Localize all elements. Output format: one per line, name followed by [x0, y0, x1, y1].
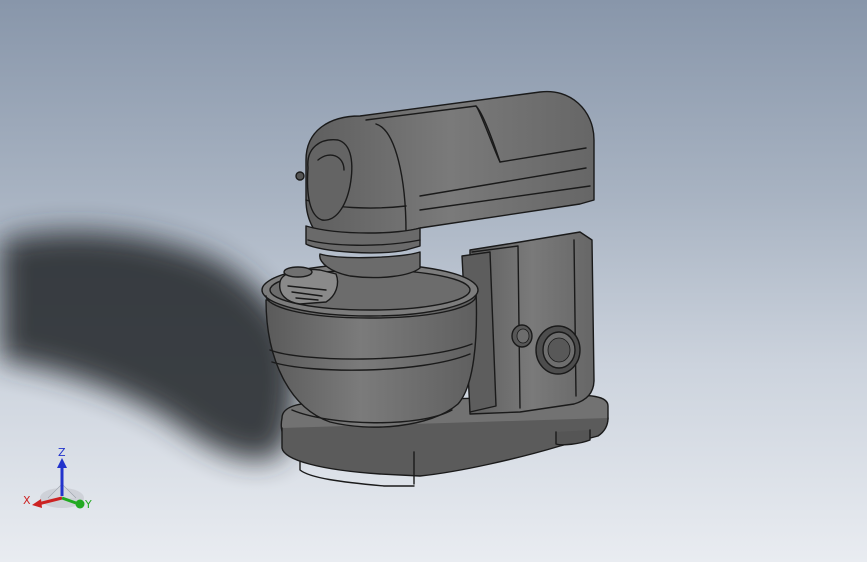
- model-shadow: [0, 231, 297, 461]
- model-scene[interactable]: [0, 0, 867, 562]
- x-axis-label: X: [23, 494, 31, 507]
- stand-mixer-model[interactable]: [261, 90, 609, 487]
- speed-knob[interactable]: [535, 325, 581, 375]
- graphics-viewport[interactable]: Z X Y: [0, 0, 867, 562]
- z-axis-label: Z: [58, 446, 66, 459]
- orientation-triad[interactable]: Z X Y: [18, 440, 98, 520]
- bowl-lid[interactable]: [279, 266, 339, 305]
- tilt-button[interactable]: [511, 324, 533, 348]
- y-axis-label: Y: [84, 498, 92, 511]
- mixer-column[interactable]: [461, 231, 595, 415]
